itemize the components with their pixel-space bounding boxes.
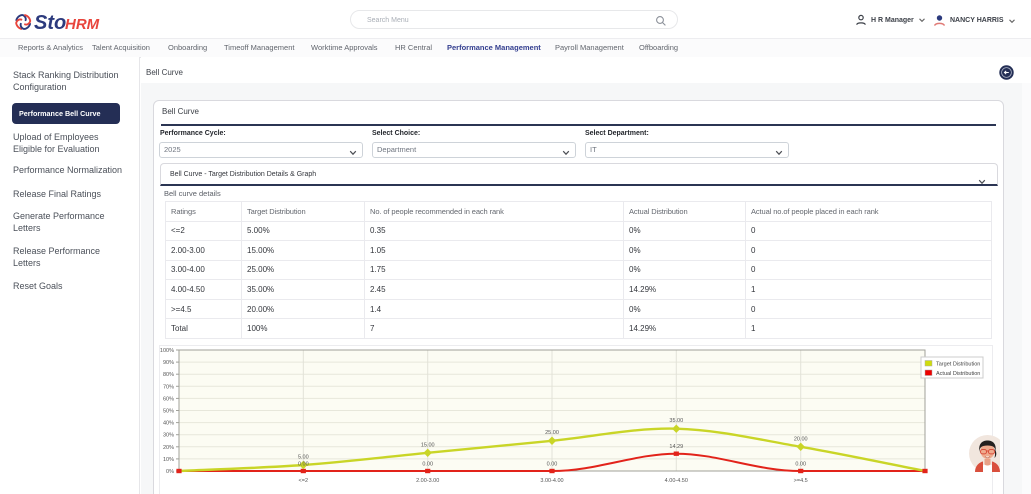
svg-text:60%: 60% xyxy=(163,396,174,402)
svg-text:0.00: 0.00 xyxy=(422,462,433,468)
svg-text:90%: 90% xyxy=(163,360,174,366)
svg-text:25.00: 25.00 xyxy=(545,430,559,436)
svg-text:<=2: <=2 xyxy=(299,478,308,484)
svg-text:70%: 70% xyxy=(163,384,174,390)
svg-text:Target Distribution: Target Distribution xyxy=(936,362,980,368)
svg-text:3.00-4.00: 3.00-4.00 xyxy=(540,478,563,484)
svg-text:100%: 100% xyxy=(160,348,174,354)
svg-text:20.00: 20.00 xyxy=(794,436,808,442)
svg-text:Actual Distribution: Actual Distribution xyxy=(936,371,980,377)
svg-text:20%: 20% xyxy=(163,445,174,451)
svg-text:0.00: 0.00 xyxy=(795,462,806,468)
svg-text:30%: 30% xyxy=(163,433,174,439)
svg-text:15.00: 15.00 xyxy=(421,442,435,448)
svg-text:HRM: HRM xyxy=(65,16,100,33)
svg-text:50%: 50% xyxy=(163,409,174,415)
svg-text:4.00-4.50: 4.00-4.50 xyxy=(665,478,688,484)
svg-text:0%: 0% xyxy=(166,469,174,475)
svg-text:>=4.5: >=4.5 xyxy=(794,478,808,484)
svg-text:10%: 10% xyxy=(163,457,174,463)
svg-text:0.00: 0.00 xyxy=(547,462,558,468)
svg-text:Sto: Sto xyxy=(34,12,66,33)
svg-text:14.29: 14.29 xyxy=(669,444,683,450)
svg-text:35.00: 35.00 xyxy=(669,418,683,424)
svg-text:80%: 80% xyxy=(163,372,174,378)
svg-text:5.00: 5.00 xyxy=(298,455,309,461)
svg-text:2.00-3.00: 2.00-3.00 xyxy=(416,478,439,484)
svg-text:0.00: 0.00 xyxy=(298,462,309,468)
svg-text:40%: 40% xyxy=(163,421,174,427)
